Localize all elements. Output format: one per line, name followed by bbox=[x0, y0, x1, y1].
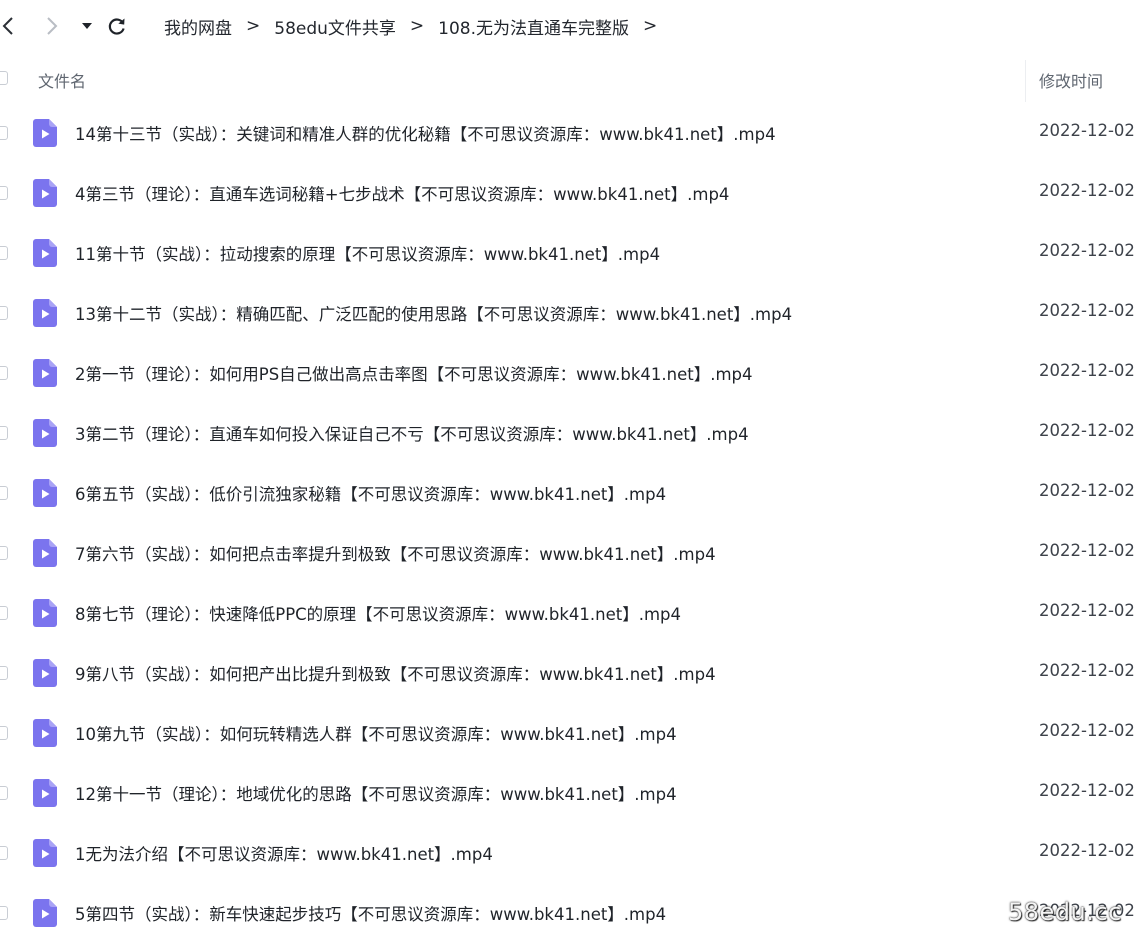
row-checkbox[interactable] bbox=[0, 906, 8, 920]
file-modified-date: 2022-12-02 bbox=[1039, 421, 1135, 440]
video-file-icon bbox=[33, 239, 57, 267]
watermark: 58edu.cc bbox=[1008, 898, 1122, 926]
file-name[interactable]: 9第八节（实战）：如何把产出比提升到极致【不可思议资源库：www.bk41.ne… bbox=[75, 661, 716, 685]
file-modified-date: 2022-12-02 bbox=[1039, 361, 1135, 380]
file-modified-date: 2022-12-02 bbox=[1039, 301, 1135, 320]
file-modified-date: 2022-12-02 bbox=[1039, 841, 1135, 860]
column-header-name[interactable]: 文件名 bbox=[38, 68, 86, 92]
breadcrumb-separator: > bbox=[409, 16, 425, 36]
file-list: 14第十三节（实战）：关键词和精准人群的优化秘籍【不可思议资源库：www.bk4… bbox=[0, 103, 1137, 943]
breadcrumb: 我的网盘 > 58edu文件共享 > 108.无为法直通车完整版 > bbox=[164, 0, 671, 52]
video-file-icon bbox=[33, 659, 57, 687]
file-name[interactable]: 8第七节（理论）：快速降低PPC的原理【不可思议资源库：www.bk41.net… bbox=[75, 601, 681, 625]
row-checkbox[interactable] bbox=[0, 846, 8, 860]
file-name[interactable]: 7第六节（实战）：如何把点击率提升到极致【不可思议资源库：www.bk41.ne… bbox=[75, 541, 716, 565]
refresh-button[interactable] bbox=[106, 0, 128, 52]
chevron-left-icon bbox=[2, 17, 13, 35]
file-name[interactable]: 10第九节（实战）：如何玩转精选人群【不可思议资源库：www.bk41.net】… bbox=[75, 721, 677, 745]
video-file-icon bbox=[33, 179, 57, 207]
breadcrumb-separator: > bbox=[643, 16, 658, 36]
file-modified-date: 2022-12-02 bbox=[1039, 181, 1135, 200]
file-row[interactable]: 13第十二节（实战）：精确匹配、广泛匹配的使用思路【不可思议资源库：www.bk… bbox=[0, 283, 1137, 343]
row-checkbox[interactable] bbox=[0, 546, 8, 560]
video-file-icon bbox=[33, 719, 57, 747]
file-row[interactable]: 10第九节（实战）：如何玩转精选人群【不可思议资源库：www.bk41.net】… bbox=[0, 703, 1137, 763]
caret-down-icon bbox=[82, 23, 92, 29]
row-checkbox[interactable] bbox=[0, 246, 8, 260]
video-file-icon bbox=[33, 839, 57, 867]
file-row[interactable]: 5第四节（实战）：新车快速起步技巧【不可思议资源库：www.bk41.net】.… bbox=[0, 883, 1137, 943]
video-file-icon bbox=[33, 899, 57, 927]
file-row[interactable]: 1无为法介绍【不可思议资源库：www.bk41.net】.mp4 2022-12… bbox=[0, 823, 1137, 883]
file-name[interactable]: 4第三节（理论）：直通车选词秘籍+七步战术【不可思议资源库：www.bk41.n… bbox=[75, 181, 729, 205]
file-name[interactable]: 2第一节（理论）：如何用PS自己做出高点击率图【不可思议资源库：www.bk41… bbox=[75, 361, 753, 385]
row-checkbox[interactable] bbox=[0, 726, 8, 740]
file-name[interactable]: 13第十二节（实战）：精确匹配、广泛匹配的使用思路【不可思议资源库：www.bk… bbox=[75, 301, 792, 325]
file-modified-date: 2022-12-02 bbox=[1039, 721, 1135, 740]
breadcrumb-item-shared-folder[interactable]: 58edu文件共享 bbox=[274, 14, 396, 39]
file-name[interactable]: 1无为法介绍【不可思议资源库：www.bk41.net】.mp4 bbox=[75, 841, 493, 865]
file-row[interactable]: 4第三节（理论）：直通车选词秘籍+七步战术【不可思议资源库：www.bk41.n… bbox=[0, 163, 1137, 223]
row-checkbox[interactable] bbox=[0, 486, 8, 500]
chevron-right-icon bbox=[47, 17, 58, 35]
row-checkbox[interactable] bbox=[0, 366, 8, 380]
file-list-header: 文件名 修改时间 bbox=[0, 56, 1137, 102]
file-name[interactable]: 14第十三节（实战）：关键词和精准人群的优化秘籍【不可思议资源库：www.bk4… bbox=[75, 121, 776, 145]
column-header-modified-time[interactable]: 修改时间 bbox=[1039, 68, 1103, 92]
file-row[interactable]: 12第十一节（理论）：地域优化的思路【不可思议资源库：www.bk41.net】… bbox=[0, 763, 1137, 823]
video-file-icon bbox=[33, 539, 57, 567]
file-row[interactable]: 3第二节（理论）：直通车如何投入保证自己不亏【不可思议资源库：www.bk41.… bbox=[0, 403, 1137, 463]
video-file-icon bbox=[33, 119, 57, 147]
row-checkbox[interactable] bbox=[0, 786, 8, 800]
row-checkbox[interactable] bbox=[0, 666, 8, 680]
file-row[interactable]: 6第五节（实战）：低价引流独家秘籍【不可思议资源库：www.bk41.net】.… bbox=[0, 463, 1137, 523]
file-row[interactable]: 11第十节（实战）：拉动搜索的原理【不可思议资源库：www.bk41.net】.… bbox=[0, 223, 1137, 283]
video-file-icon bbox=[33, 779, 57, 807]
file-modified-date: 2022-12-02 bbox=[1039, 481, 1135, 500]
file-row[interactable]: 9第八节（实战）：如何把产出比提升到极致【不可思议资源库：www.bk41.ne… bbox=[0, 643, 1137, 703]
breadcrumb-item-my-drive[interactable]: 我的网盘 bbox=[164, 14, 232, 39]
file-name[interactable]: 3第二节（理论）：直通车如何投入保证自己不亏【不可思议资源库：www.bk41.… bbox=[75, 421, 749, 445]
file-row[interactable]: 14第十三节（实战）：关键词和精准人群的优化秘籍【不可思议资源库：www.bk4… bbox=[0, 103, 1137, 163]
refresh-icon bbox=[108, 18, 125, 35]
back-button[interactable] bbox=[0, 0, 16, 52]
row-checkbox[interactable] bbox=[0, 426, 8, 440]
video-file-icon bbox=[33, 479, 57, 507]
video-file-icon bbox=[33, 359, 57, 387]
file-row[interactable]: 2第一节（理论）：如何用PS自己做出高点击率图【不可思议资源库：www.bk41… bbox=[0, 343, 1137, 403]
row-checkbox[interactable] bbox=[0, 126, 8, 140]
forward-button[interactable] bbox=[44, 0, 60, 52]
file-row[interactable]: 7第六节（实战）：如何把点击率提升到极致【不可思议资源库：www.bk41.ne… bbox=[0, 523, 1137, 583]
file-row[interactable]: 8第七节（理论）：快速降低PPC的原理【不可思议资源库：www.bk41.net… bbox=[0, 583, 1137, 643]
file-name[interactable]: 6第五节（实战）：低价引流独家秘籍【不可思议资源库：www.bk41.net】.… bbox=[75, 481, 666, 505]
breadcrumb-item-current-folder[interactable]: 108.无为法直通车完整版 bbox=[438, 14, 629, 39]
file-modified-date: 2022-12-02 bbox=[1039, 601, 1135, 620]
select-all-checkbox[interactable] bbox=[0, 71, 8, 85]
file-modified-date: 2022-12-02 bbox=[1039, 541, 1135, 560]
navigation-bar: 我的网盘 > 58edu文件共享 > 108.无为法直通车完整版 > bbox=[0, 0, 1137, 52]
file-modified-date: 2022-12-02 bbox=[1039, 661, 1135, 680]
file-name[interactable]: 12第十一节（理论）：地域优化的思路【不可思议资源库：www.bk41.net】… bbox=[75, 781, 677, 805]
column-divider[interactable] bbox=[1025, 60, 1026, 102]
video-file-icon bbox=[33, 599, 57, 627]
row-checkbox[interactable] bbox=[0, 606, 8, 620]
file-name[interactable]: 5第四节（实战）：新车快速起步技巧【不可思议资源库：www.bk41.net】.… bbox=[75, 901, 666, 925]
history-dropdown-button[interactable] bbox=[80, 0, 94, 52]
file-name[interactable]: 11第十节（实战）：拉动搜索的原理【不可思议资源库：www.bk41.net】.… bbox=[75, 241, 660, 265]
video-file-icon bbox=[33, 299, 57, 327]
row-checkbox[interactable] bbox=[0, 186, 8, 200]
file-modified-date: 2022-12-02 bbox=[1039, 241, 1135, 260]
row-checkbox[interactable] bbox=[0, 306, 8, 320]
breadcrumb-separator: > bbox=[246, 16, 261, 36]
video-file-icon bbox=[33, 419, 57, 447]
file-modified-date: 2022-12-02 bbox=[1039, 781, 1135, 800]
file-modified-date: 2022-12-02 bbox=[1039, 121, 1135, 140]
